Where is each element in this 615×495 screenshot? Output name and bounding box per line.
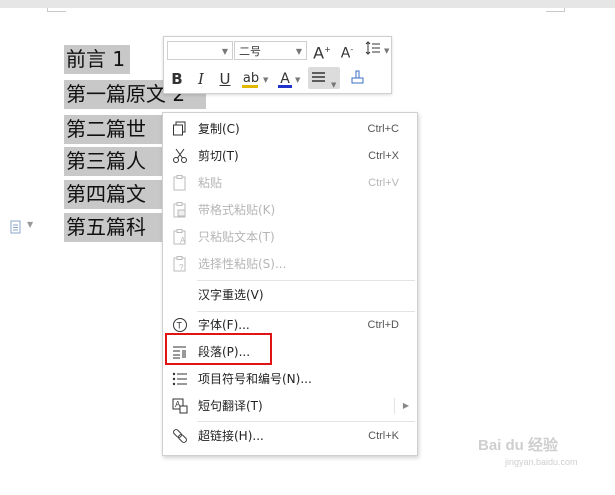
menu-item-translate[interactable]: A 短句翻译(T) ▶ — [163, 393, 417, 419]
shrink-font-label: A — [340, 45, 351, 62]
italic-button[interactable]: I — [192, 69, 210, 89]
font-size-select[interactable]: 二号 ▼ — [234, 41, 307, 60]
menu-item-label: 只粘贴文本(T) — [198, 230, 275, 244]
menu-item-paste-special[interactable]: ? 选择性粘贴(S)... — [163, 251, 417, 277]
menu-item-label: 剪切(T) — [198, 149, 239, 163]
copy-icon — [173, 121, 186, 136]
menu-item-label: 粘贴 — [198, 176, 223, 190]
watermark-logo: Bai du 经验 — [478, 437, 559, 454]
submenu-divider — [394, 398, 395, 414]
svg-text:A: A — [180, 236, 186, 245]
font-color-swatch — [278, 85, 292, 88]
bullet-list-icon — [172, 372, 187, 386]
page-options-caret-icon[interactable]: ▼ — [27, 220, 33, 229]
paste-formatted-icon — [173, 202, 186, 218]
translate-icon: A — [172, 398, 188, 414]
doc-line-chapter-5[interactable]: 第五篇科 — [64, 213, 162, 242]
page-margin-corner-right — [546, 8, 565, 12]
doc-line-chapter-3[interactable]: 第三篇人 — [64, 147, 162, 176]
menu-item-copy[interactable]: 复制(C) Ctrl+C — [163, 116, 417, 142]
menu-item-label: 短句翻译(T) — [198, 399, 263, 413]
watermark-url: jingyan.baidu.com — [505, 457, 578, 467]
chevron-down-icon: ▼ — [295, 47, 302, 56]
top-ruler-bar — [0, 0, 615, 8]
menu-item-bullets-numbering[interactable]: 项目符号和编号(N)... — [163, 366, 417, 392]
menu-item-hyperlink[interactable]: 超链接(H)... Ctrl+K — [163, 423, 417, 449]
menu-item-shortcut: Ctrl+X — [368, 150, 399, 162]
shrink-font-button[interactable]: A- — [337, 40, 357, 62]
menu-item-label: 超链接(H)... — [198, 429, 264, 443]
menu-item-label: 项目符号和编号(N)... — [198, 372, 312, 386]
font-size-value: 二号 — [239, 45, 261, 58]
line-spacing-icon — [365, 41, 380, 55]
paste-special-icon: ? — [173, 256, 186, 272]
link-icon — [173, 429, 187, 443]
menu-item-cut[interactable]: 剪切(T) Ctrl+X — [163, 143, 417, 169]
chevron-down-icon[interactable]: ▼ — [295, 76, 300, 84]
font-icon: T — [173, 318, 187, 332]
highlight-label: ab — [242, 71, 260, 86]
menu-item-paste-text[interactable]: A 只粘贴文本(T) — [163, 224, 417, 250]
highlight-color-swatch — [242, 85, 258, 88]
svg-text:?: ? — [179, 263, 184, 272]
highlight-annotation-box — [165, 333, 272, 365]
page-options-icon[interactable] — [9, 219, 23, 238]
doc-line-chapter-2[interactable]: 第二篇世 — [64, 115, 162, 144]
align-button[interactable]: ▼ — [308, 67, 340, 89]
paste-text-icon: A — [173, 229, 186, 245]
scissors-icon — [173, 148, 187, 163]
paste-icon — [173, 175, 186, 191]
highlight-button[interactable]: ab — [240, 69, 262, 89]
menu-item-shortcut: Ctrl+K — [368, 430, 399, 442]
menu-item-paste[interactable]: 粘贴 Ctrl+V — [163, 170, 417, 196]
doc-line-preface[interactable]: 前言 1 — [64, 45, 130, 74]
line-spacing-button[interactable] — [362, 40, 384, 60]
align-justify-icon — [312, 72, 325, 82]
chevron-down-icon[interactable]: ▼ — [263, 76, 268, 84]
menu-item-reselect-chinese[interactable]: 汉字重选(V) — [163, 282, 417, 308]
doc-line-chapter-4[interactable]: 第四篇文 — [64, 180, 162, 209]
chevron-down-icon[interactable]: ▼ — [384, 47, 389, 55]
menu-item-shortcut: Ctrl+C — [367, 123, 399, 135]
format-painter-icon — [351, 70, 364, 84]
menu-item-paste-formatted[interactable]: 带格式粘贴(K) — [163, 197, 417, 223]
page-margin-corner-left — [47, 8, 66, 12]
menu-item-label: 复制(C) — [198, 122, 240, 136]
menu-item-label: 带格式粘贴(K) — [198, 203, 276, 217]
font-name-select[interactable]: ▼ — [167, 41, 233, 60]
bold-button[interactable]: B — [168, 69, 186, 89]
context-menu: 复制(C) Ctrl+C 剪切(T) Ctrl+X 粘贴 Ctrl+V 带格式粘… — [162, 112, 418, 456]
font-color-button[interactable]: A — [276, 69, 294, 89]
floating-format-toolbar: ▼ 二号 ▼ A+ A- ▼ B I U ab ▼ A ▼ ▼ — [163, 36, 392, 94]
chevron-down-icon: ▼ — [221, 47, 228, 56]
chevron-down-icon: ▼ — [331, 81, 337, 89]
svg-text:T: T — [177, 321, 183, 331]
menu-separator — [197, 280, 415, 281]
grow-font-button[interactable]: A+ — [312, 40, 332, 63]
menu-separator — [197, 421, 415, 422]
grow-font-label: A — [313, 43, 325, 63]
menu-item-shortcut: Ctrl+V — [368, 177, 399, 189]
submenu-arrow-icon: ▶ — [402, 401, 409, 410]
menu-item-label: 汉字重选(V) — [198, 288, 264, 302]
menu-item-label: 选择性粘贴(S)... — [198, 257, 287, 271]
format-painter-button[interactable] — [346, 69, 368, 89]
menu-item-shortcut: Ctrl+D — [367, 319, 399, 331]
underline-button[interactable]: U — [216, 69, 234, 89]
